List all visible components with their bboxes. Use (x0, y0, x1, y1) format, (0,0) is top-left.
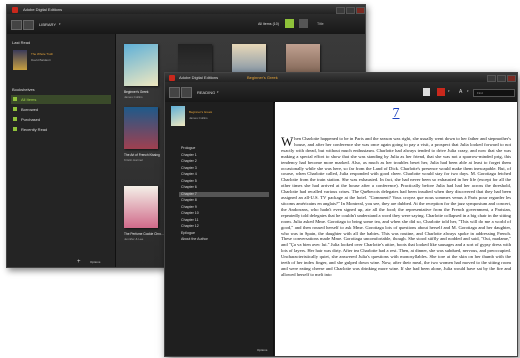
app-logo-icon (169, 74, 175, 81)
book-author: James Collins (124, 95, 143, 99)
shelf-icon (13, 97, 17, 101)
library-return-icon[interactable] (169, 87, 180, 98)
reading-view-label[interactable]: READING (197, 90, 215, 95)
library-sidebar: Last Read The Whole Truth David Baldacci… (7, 34, 116, 267)
toc-item[interactable]: Chapter 11 (181, 218, 199, 223)
reading-window: Adobe Digital Editions Beginner's Greek … (164, 72, 518, 357)
reading-toolbar: READING ▾ ▾ A ▾ Find (165, 82, 517, 103)
view-dropdown-icon[interactable]: ▾ (217, 90, 219, 94)
app-logo-icon (12, 6, 18, 13)
maximize-button[interactable] (497, 75, 506, 82)
shelf-label: All Items (21, 97, 37, 102)
bookmark-icon[interactable] (423, 88, 430, 96)
book-title: Beginner's Greek (124, 90, 149, 94)
shelf-icon (13, 117, 17, 121)
filter-label[interactable]: All items (10) (258, 22, 279, 26)
toc-item[interactable]: Chapter 5 (181, 179, 197, 184)
highlight-icon[interactable] (437, 88, 445, 96)
page-body: When Charlotte happened to be in Paris a… (281, 134, 511, 278)
book-cover[interactable] (124, 186, 158, 228)
table-of-contents: Beginner's Greek James Collins Prologue C… (165, 102, 274, 356)
search-input[interactable]: Find (473, 89, 515, 97)
close-button[interactable] (356, 7, 365, 14)
view-dropdown-icon[interactable]: ▾ (59, 22, 61, 26)
list-view-icon[interactable] (299, 19, 308, 28)
shelf-label: Borrowed (21, 107, 39, 112)
last-read-cover[interactable] (13, 50, 27, 70)
shelf-item-borrowed[interactable]: Borrowed (11, 105, 111, 114)
menu-icon[interactable] (181, 87, 192, 98)
toc-item[interactable]: Epilogue (181, 231, 195, 236)
toc-item[interactable]: Chapter 7 (179, 191, 269, 197)
current-book-cover (171, 106, 185, 126)
drop-cap: W (281, 134, 294, 149)
toc-item[interactable]: Chapter 9 (181, 205, 197, 210)
shelf-icon (13, 127, 17, 131)
toc-item[interactable]: Chapter 4 (181, 172, 197, 177)
toc-item[interactable]: About the Author (181, 237, 208, 242)
annotation-dropdown-icon[interactable]: ▾ (448, 89, 450, 93)
toc-item[interactable]: Chapter 12 (181, 224, 199, 229)
close-button[interactable] (507, 75, 516, 82)
toc-item[interactable]: Chapter 6 (181, 185, 197, 190)
library-view-label[interactable]: LIBRARY (39, 22, 56, 27)
reading-title-bar[interactable]: Adobe Digital Editions Beginner's Greek (165, 73, 517, 82)
book-title: The Art of French Kissing (124, 153, 160, 157)
shelf-icon (13, 107, 17, 111)
reading-page[interactable]: 7 When Charlotte happened to be in Paris… (275, 102, 517, 356)
minimize-button[interactable] (487, 75, 496, 82)
toc-item[interactable]: Chapter 10 (181, 211, 199, 216)
page-body-text: hen Charlotte happened to be in Paris an… (281, 136, 511, 277)
toc-item[interactable]: Chapter 8 (181, 198, 197, 203)
last-read-heading: Last Read (12, 40, 31, 45)
toc-item[interactable]: Chapter 3 (181, 166, 197, 171)
add-shelf-button[interactable]: + (77, 259, 81, 265)
book-cover[interactable] (124, 107, 158, 149)
reading-window-title: Adobe Digital Editions (179, 75, 219, 80)
toc-item[interactable]: Chapter 2 (181, 159, 197, 164)
options-button[interactable]: Options (257, 348, 267, 352)
library-window-title: Adobe Digital Editions (23, 7, 63, 12)
forward-nav-icon[interactable] (23, 20, 34, 30)
toc-item[interactable]: Prologue (181, 146, 195, 151)
page-number[interactable]: 7 (275, 106, 517, 122)
library-toolbar: LIBRARY ▾ All items (10) Title (7, 14, 365, 35)
last-read-title[interactable]: The Whole Truth (31, 52, 53, 56)
shelf-label: Purchased (21, 117, 41, 122)
book-author: Jennifer & Lee (124, 237, 144, 241)
font-dropdown-icon[interactable]: ▾ (467, 89, 469, 93)
book-cover[interactable] (124, 44, 158, 86)
minimize-button[interactable] (336, 7, 345, 14)
options-button[interactable]: Options (90, 260, 100, 264)
search-placeholder: Find (477, 91, 483, 95)
font-size-icon[interactable]: A (459, 89, 462, 95)
current-book-author: James Collins (189, 116, 208, 120)
maximize-button[interactable] (346, 7, 355, 14)
back-nav-icon[interactable] (11, 20, 22, 30)
bookshelves-heading: Bookshelves (12, 87, 35, 92)
library-title-bar[interactable]: Adobe Digital Editions (7, 5, 365, 14)
shelf-label: Recently Read (21, 127, 48, 132)
toc-item[interactable]: Chapter 1 (181, 153, 197, 158)
book-title: The Perfume Cookie Chro... (124, 232, 164, 236)
shelf-item-recently-read[interactable]: Recently Read (11, 125, 111, 134)
shelf-item-purchased[interactable]: Purchased (11, 115, 111, 124)
shelf-item-all-items[interactable]: All Items (11, 95, 111, 104)
book-author: Kristin Harmel (124, 158, 143, 162)
sort-label[interactable]: Title (317, 22, 324, 26)
last-read-author: David Baldacci (31, 58, 51, 62)
document-title: Beginner's Greek (247, 75, 278, 80)
current-book-title: Beginner's Greek (189, 110, 213, 114)
grid-view-icon[interactable] (285, 19, 294, 28)
